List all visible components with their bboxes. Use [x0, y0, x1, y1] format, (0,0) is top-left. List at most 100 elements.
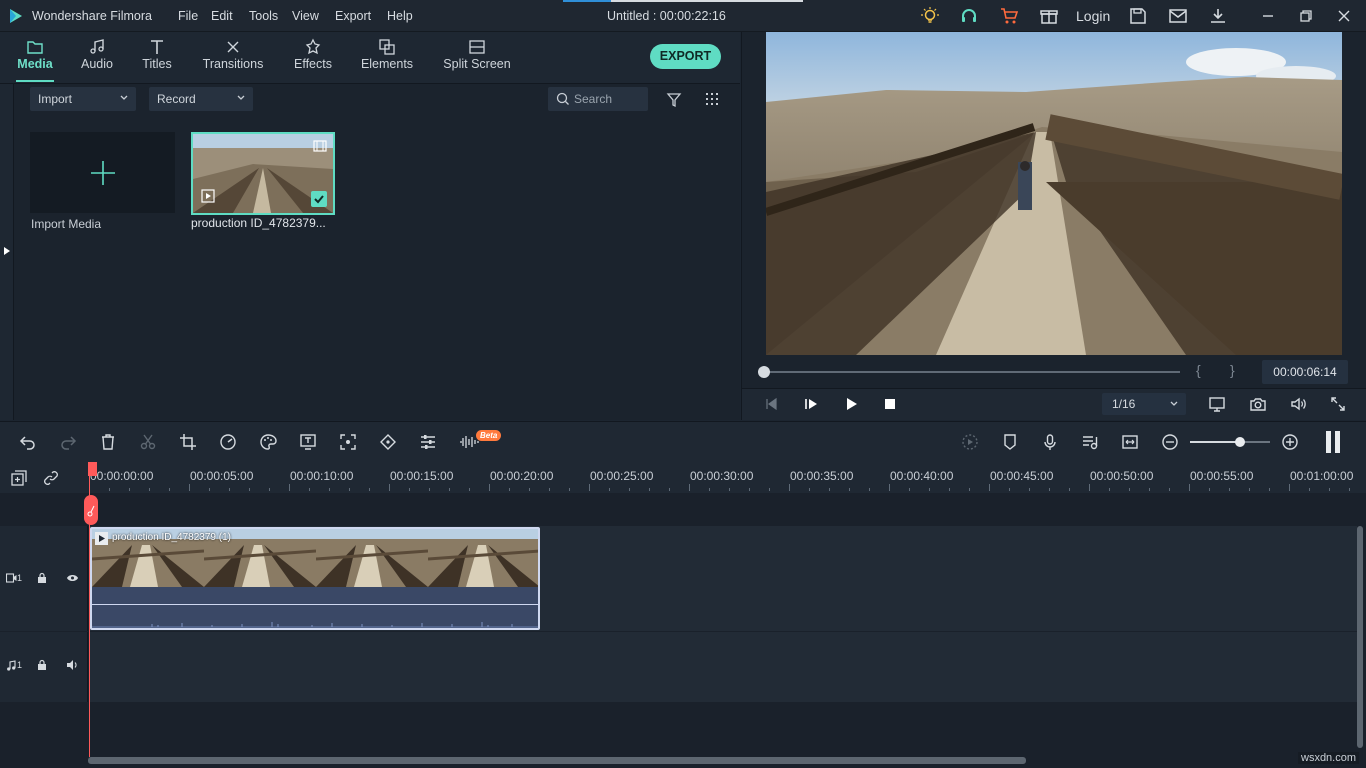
record-dropdown[interactable]: Record — [149, 87, 253, 111]
download-icon[interactable] — [1208, 6, 1228, 26]
preview-scrubber-handle[interactable] — [758, 366, 770, 378]
gift-icon[interactable] — [1039, 6, 1059, 26]
tab-audio[interactable]: Audio — [72, 32, 122, 84]
render-preview-icon[interactable] — [961, 433, 979, 451]
close-icon[interactable] — [1334, 6, 1354, 26]
display-settings-icon[interactable] — [1208, 395, 1226, 413]
zoom-in-icon[interactable] — [1281, 433, 1299, 451]
login-link[interactable]: Login — [1076, 0, 1110, 32]
horizontal-scrollbar[interactable] — [88, 757, 1026, 764]
minimize-icon[interactable] — [1258, 6, 1278, 26]
ruler-minor-tick — [1049, 488, 1050, 491]
add-track-icon[interactable] — [11, 470, 27, 486]
title-edit-icon[interactable] — [299, 433, 317, 451]
tab-transitions[interactable]: Transitions — [198, 32, 268, 84]
menu-help[interactable]: Help — [387, 0, 413, 32]
timeline-ruler[interactable]: 00:00:00:00 00:00:05:00 00:00:10:00 00:0… — [0, 461, 1366, 493]
audio-mixer-icon[interactable] — [419, 433, 437, 451]
split-screen-icon — [468, 38, 486, 56]
ruler-minor-tick — [809, 488, 810, 491]
tab-elements[interactable]: Elements — [356, 32, 418, 84]
pause-render-icon[interactable] — [1325, 431, 1341, 453]
search-icon — [556, 92, 570, 106]
tab-titles[interactable]: Titles — [133, 32, 181, 84]
import-media-tile[interactable] — [30, 132, 175, 213]
stop-icon[interactable] — [884, 398, 896, 410]
lightbulb-icon[interactable] — [920, 6, 940, 26]
ruler-minor-tick — [909, 488, 910, 491]
previous-frame-icon[interactable] — [764, 397, 778, 411]
tab-split-screen[interactable]: Split Screen — [440, 32, 514, 84]
ruler-major-tick — [389, 484, 390, 491]
search-input[interactable]: Search — [548, 87, 648, 111]
menu-export[interactable]: Export — [335, 0, 371, 32]
media-grid: Import Media production ID_4782379... — [16, 116, 740, 420]
import-dropdown[interactable]: Import — [30, 87, 136, 111]
ruler-minor-tick — [129, 488, 130, 491]
lock-icon[interactable] — [37, 572, 47, 584]
menu-view[interactable]: View — [292, 0, 319, 32]
expand-arrow-icon[interactable] — [3, 246, 11, 256]
video-track-number: 1 — [17, 573, 22, 583]
title-progress-accent — [563, 0, 611, 2]
voiceover-list-icon[interactable] — [1081, 433, 1099, 451]
support-headset-icon[interactable] — [959, 6, 979, 26]
fullscreen-icon[interactable] — [1329, 395, 1347, 413]
export-button[interactable]: EXPORT — [650, 44, 721, 69]
link-icon[interactable] — [43, 470, 59, 486]
ruler-minor-tick — [269, 488, 270, 491]
media-clip-thumbnail[interactable] — [191, 132, 335, 215]
speed-icon[interactable] — [219, 433, 237, 451]
fit-timeline-icon[interactable] — [1121, 433, 1139, 451]
tab-effects[interactable]: Effects — [285, 32, 341, 84]
tab-media[interactable]: Media — [8, 32, 62, 84]
menu-edit[interactable]: Edit — [211, 0, 233, 32]
filter-icon[interactable] — [666, 92, 682, 108]
marker-icon[interactable] — [1001, 433, 1019, 451]
delete-icon[interactable] — [99, 433, 117, 451]
save-icon[interactable] — [1128, 6, 1148, 26]
clip-volume-line[interactable] — [92, 604, 538, 605]
mark-in-bracket[interactable]: { — [1196, 362, 1201, 378]
cart-icon[interactable] — [999, 6, 1019, 26]
lock-icon[interactable] — [37, 659, 47, 671]
mail-icon[interactable] — [1168, 6, 1188, 26]
zoom-out-icon[interactable] — [1161, 433, 1179, 451]
microphone-icon[interactable] — [1041, 433, 1059, 451]
chevron-down-icon — [1170, 401, 1178, 407]
ruler-minor-tick — [1009, 488, 1010, 491]
redo-icon[interactable] — [59, 433, 77, 451]
checkmark-icon[interactable] — [311, 191, 327, 207]
color-palette-icon[interactable] — [259, 433, 277, 451]
ruler-minor-tick — [609, 488, 610, 491]
snapshot-camera-icon[interactable] — [1249, 395, 1267, 413]
cut-scissors-icon[interactable] — [139, 433, 157, 451]
menu-file[interactable]: File — [178, 0, 198, 32]
speaker-icon[interactable] — [66, 659, 79, 671]
preview-scrubber-track[interactable] — [764, 371, 1180, 373]
volume-icon[interactable] — [1289, 395, 1307, 413]
eye-icon[interactable] — [66, 573, 79, 583]
media-toolbar: Import Record Search — [16, 84, 740, 116]
vertical-scrollbar[interactable] — [1357, 526, 1363, 748]
ruler-minor-tick — [1209, 488, 1210, 491]
playhead-scissor-handle[interactable] — [84, 495, 98, 525]
undo-icon[interactable] — [19, 433, 37, 451]
mark-out-bracket[interactable]: } — [1230, 362, 1235, 378]
ruler-minor-tick — [1069, 488, 1070, 491]
media-panel: Media Audio Titles Transitions Effects E… — [0, 32, 740, 420]
grid-view-icon[interactable] — [705, 92, 719, 106]
ruler-minor-tick — [349, 488, 350, 491]
play-icon[interactable] — [844, 397, 858, 411]
motion-tracking-icon[interactable] — [339, 433, 357, 451]
menu-tools[interactable]: Tools — [249, 0, 278, 32]
resolution-dropdown[interactable]: 1/16 — [1102, 393, 1186, 415]
restore-icon[interactable] — [1296, 6, 1316, 26]
video-clip[interactable]: production ID_4782379 (1) — [90, 527, 540, 630]
play-frame-icon[interactable] — [804, 397, 818, 411]
playhead-top-handle[interactable] — [88, 462, 97, 476]
zoom-slider-handle[interactable] — [1235, 437, 1245, 447]
keyframe-icon[interactable] — [379, 433, 397, 451]
crop-icon[interactable] — [179, 433, 197, 451]
collapse-strip[interactable] — [0, 84, 14, 420]
